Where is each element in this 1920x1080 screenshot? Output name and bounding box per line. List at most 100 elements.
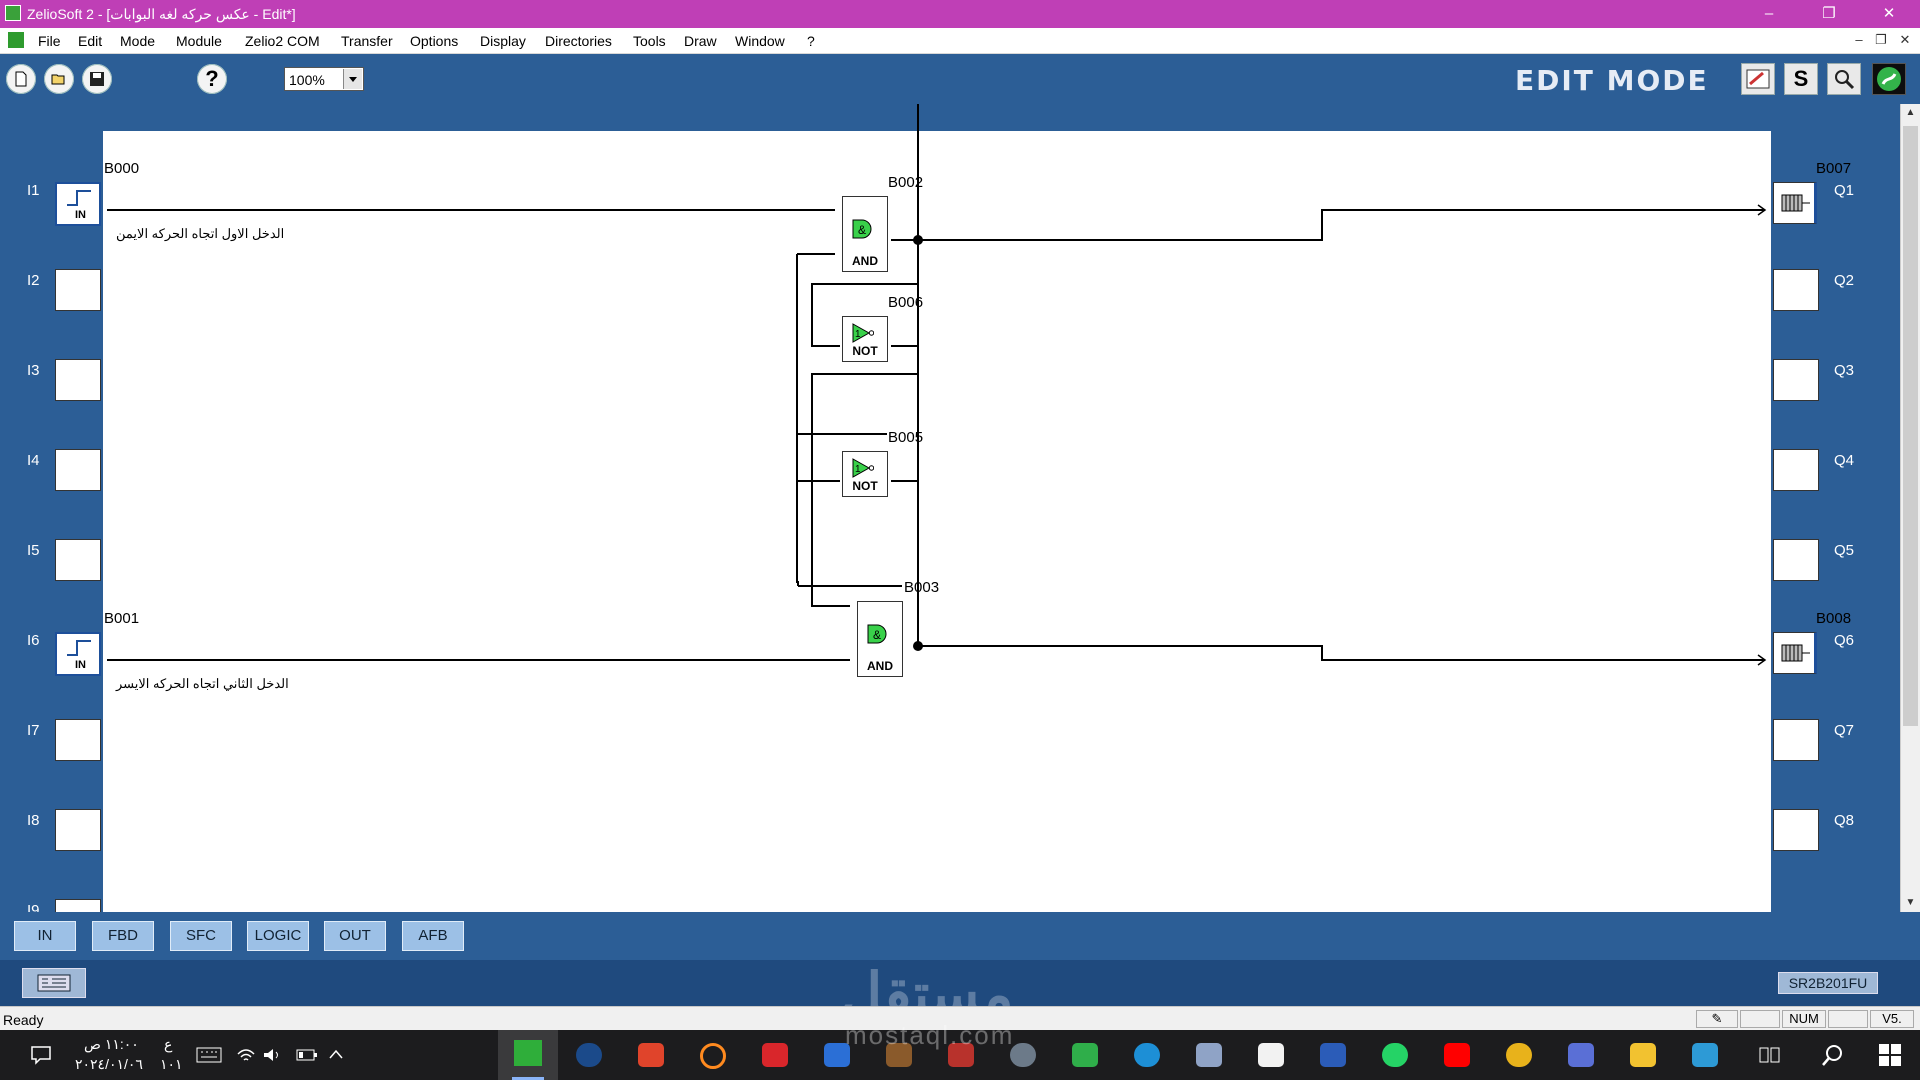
- chevron-down-icon[interactable]: [343, 69, 362, 89]
- menu-options[interactable]: Options: [410, 33, 458, 49]
- battery-icon[interactable]: [296, 1048, 318, 1062]
- notification-icon[interactable]: [30, 1045, 52, 1065]
- word-icon[interactable]: [1320, 1043, 1346, 1067]
- restore-button[interactable]: ❐: [1806, 0, 1852, 28]
- zelio-logo-button[interactable]: [1872, 63, 1906, 95]
- file-explorer-icon[interactable]: [1630, 1043, 1656, 1067]
- puzzle-app-icon[interactable]: [1072, 1043, 1098, 1067]
- mdi-close-button[interactable]: ✕: [1897, 32, 1913, 48]
- edge-icon[interactable]: [1134, 1043, 1160, 1067]
- zelio-logo-icon: [1877, 67, 1901, 91]
- pen-icon: ✎: [1696, 1010, 1738, 1028]
- video-app-icon[interactable]: [1568, 1043, 1594, 1067]
- save-button[interactable]: [82, 64, 112, 94]
- menu-file[interactable]: File: [38, 33, 61, 49]
- gate-type-label: NOT: [852, 479, 878, 493]
- menu-tools[interactable]: Tools: [633, 33, 666, 49]
- not-gate-b005[interactable]: 1 NOT: [842, 451, 888, 497]
- chrome-icon[interactable]: [1506, 1043, 1532, 1067]
- minimize-button[interactable]: –: [1746, 0, 1792, 28]
- volume-icon[interactable]: [262, 1046, 282, 1064]
- windows-start-icon[interactable]: [1878, 1043, 1902, 1067]
- search-app-icon[interactable]: [700, 1043, 726, 1069]
- menu-display[interactable]: Display: [480, 33, 526, 49]
- photos-app-icon[interactable]: [1692, 1043, 1718, 1067]
- clock-time[interactable]: ١١:٠٠ ص: [84, 1036, 139, 1053]
- new-file-button[interactable]: [6, 64, 36, 94]
- pdf-app-icon[interactable]: [762, 1043, 788, 1067]
- module-strip: مستقل SR2B201FU: [0, 960, 1920, 1027]
- scroll-up-icon[interactable]: ▲: [1901, 104, 1920, 122]
- module-config-button[interactable]: [22, 968, 86, 998]
- steam-icon[interactable]: [576, 1043, 602, 1067]
- not-gate-b006[interactable]: 1 NOT: [842, 316, 888, 362]
- mdi-restore-button[interactable]: ❐: [1873, 32, 1889, 48]
- tab-afb[interactable]: AFB: [402, 921, 464, 951]
- block-name-b000: B000: [104, 160, 140, 177]
- menu-mode[interactable]: Mode: [120, 33, 155, 49]
- simulation-mode-button[interactable]: S: [1784, 63, 1818, 95]
- taskbar-zeliosoft[interactable]: [498, 1030, 558, 1080]
- close-button[interactable]: ✕: [1866, 0, 1912, 28]
- menu-zelio2-com[interactable]: Zelio2 COM: [245, 33, 320, 49]
- output-block-b007[interactable]: [1773, 182, 1817, 224]
- mdi-minimize-button[interactable]: –: [1851, 32, 1867, 47]
- comment-b001[interactable]: الدخل الثاني اتجاه الحركه الايسر: [116, 676, 289, 692]
- menu-edit[interactable]: Edit: [78, 33, 102, 49]
- output-block-b008[interactable]: [1773, 632, 1817, 674]
- digital-input-icon: [67, 640, 91, 656]
- tab-sfc[interactable]: SFC: [170, 921, 232, 951]
- module-icon: [37, 974, 71, 992]
- menu-transfer[interactable]: Transfer: [341, 33, 393, 49]
- zoom-select[interactable]: 100%: [284, 67, 364, 91]
- snipping-app-icon[interactable]: [1196, 1043, 1222, 1067]
- menu-window[interactable]: Window: [735, 33, 785, 49]
- tab-out[interactable]: OUT: [324, 921, 386, 951]
- block-name-b006: B006: [888, 294, 924, 311]
- comment-b000[interactable]: الدخل الاول اتجاه الحركه الايمن: [116, 226, 284, 242]
- status-cell-empty: [1828, 1010, 1868, 1028]
- scroll-down-icon[interactable]: ▼: [1901, 894, 1920, 912]
- wifi-icon[interactable]: [236, 1046, 256, 1064]
- menu-draw[interactable]: Draw: [684, 33, 717, 49]
- tab-in[interactable]: IN: [14, 921, 76, 951]
- num-lock-indicator: NUM: [1782, 1010, 1826, 1028]
- mode-indicator: EDIT MODE: [1515, 64, 1709, 97]
- task-view-icon[interactable]: [1758, 1044, 1782, 1066]
- block-name-b007: B007: [1816, 160, 1852, 177]
- clock-date[interactable]: ٢٠٢٤/٠١/٠٦: [75, 1056, 143, 1073]
- and-gate-icon: &: [852, 219, 872, 239]
- zeliosoft-icon: [514, 1040, 542, 1066]
- youtube-icon[interactable]: [1444, 1043, 1470, 1067]
- chevron-up-icon[interactable]: [328, 1048, 344, 1060]
- edit-mode-button[interactable]: [1741, 63, 1775, 95]
- input-block-b000[interactable]: IN: [55, 182, 101, 226]
- watermark-domain: mostaql.com: [845, 1020, 1015, 1050]
- input-block-b001[interactable]: IN: [55, 632, 101, 676]
- store-icon[interactable]: [1258, 1043, 1284, 1067]
- menu-module[interactable]: Module: [176, 33, 222, 49]
- monitoring-mode-button[interactable]: [1827, 63, 1861, 95]
- and-gate-b003[interactable]: & AND: [857, 601, 903, 677]
- menu-help[interactable]: ?: [807, 33, 815, 49]
- svg-text:&: &: [873, 628, 881, 642]
- menu-directories[interactable]: Directories: [545, 33, 612, 49]
- open-file-button[interactable]: [44, 64, 74, 94]
- digital-input-icon: [67, 190, 91, 206]
- tab-fbd[interactable]: FBD: [92, 921, 154, 951]
- toolbar: ? 100% EDIT MODE S: [0, 54, 1920, 104]
- new-file-icon: [15, 71, 27, 87]
- keyboard-icon[interactable]: [196, 1047, 222, 1063]
- help-button[interactable]: ?: [197, 64, 227, 94]
- whatsapp-icon[interactable]: [1382, 1043, 1408, 1067]
- scroll-thumb[interactable]: [1903, 126, 1918, 726]
- language-indicator[interactable]: ع: [164, 1036, 172, 1053]
- vertical-scrollbar[interactable]: ▲ ▼: [1900, 104, 1920, 912]
- tab-logic[interactable]: LOGIC: [247, 921, 309, 951]
- status-cell-empty: [1740, 1010, 1780, 1028]
- search-icon[interactable]: [1820, 1042, 1846, 1068]
- and-gate-b002[interactable]: & AND: [842, 196, 888, 272]
- block-name-b008: B008: [1816, 610, 1852, 627]
- game-app-icon[interactable]: [638, 1043, 664, 1067]
- keyboard-layout-indicator[interactable]: ١٠١: [160, 1056, 183, 1073]
